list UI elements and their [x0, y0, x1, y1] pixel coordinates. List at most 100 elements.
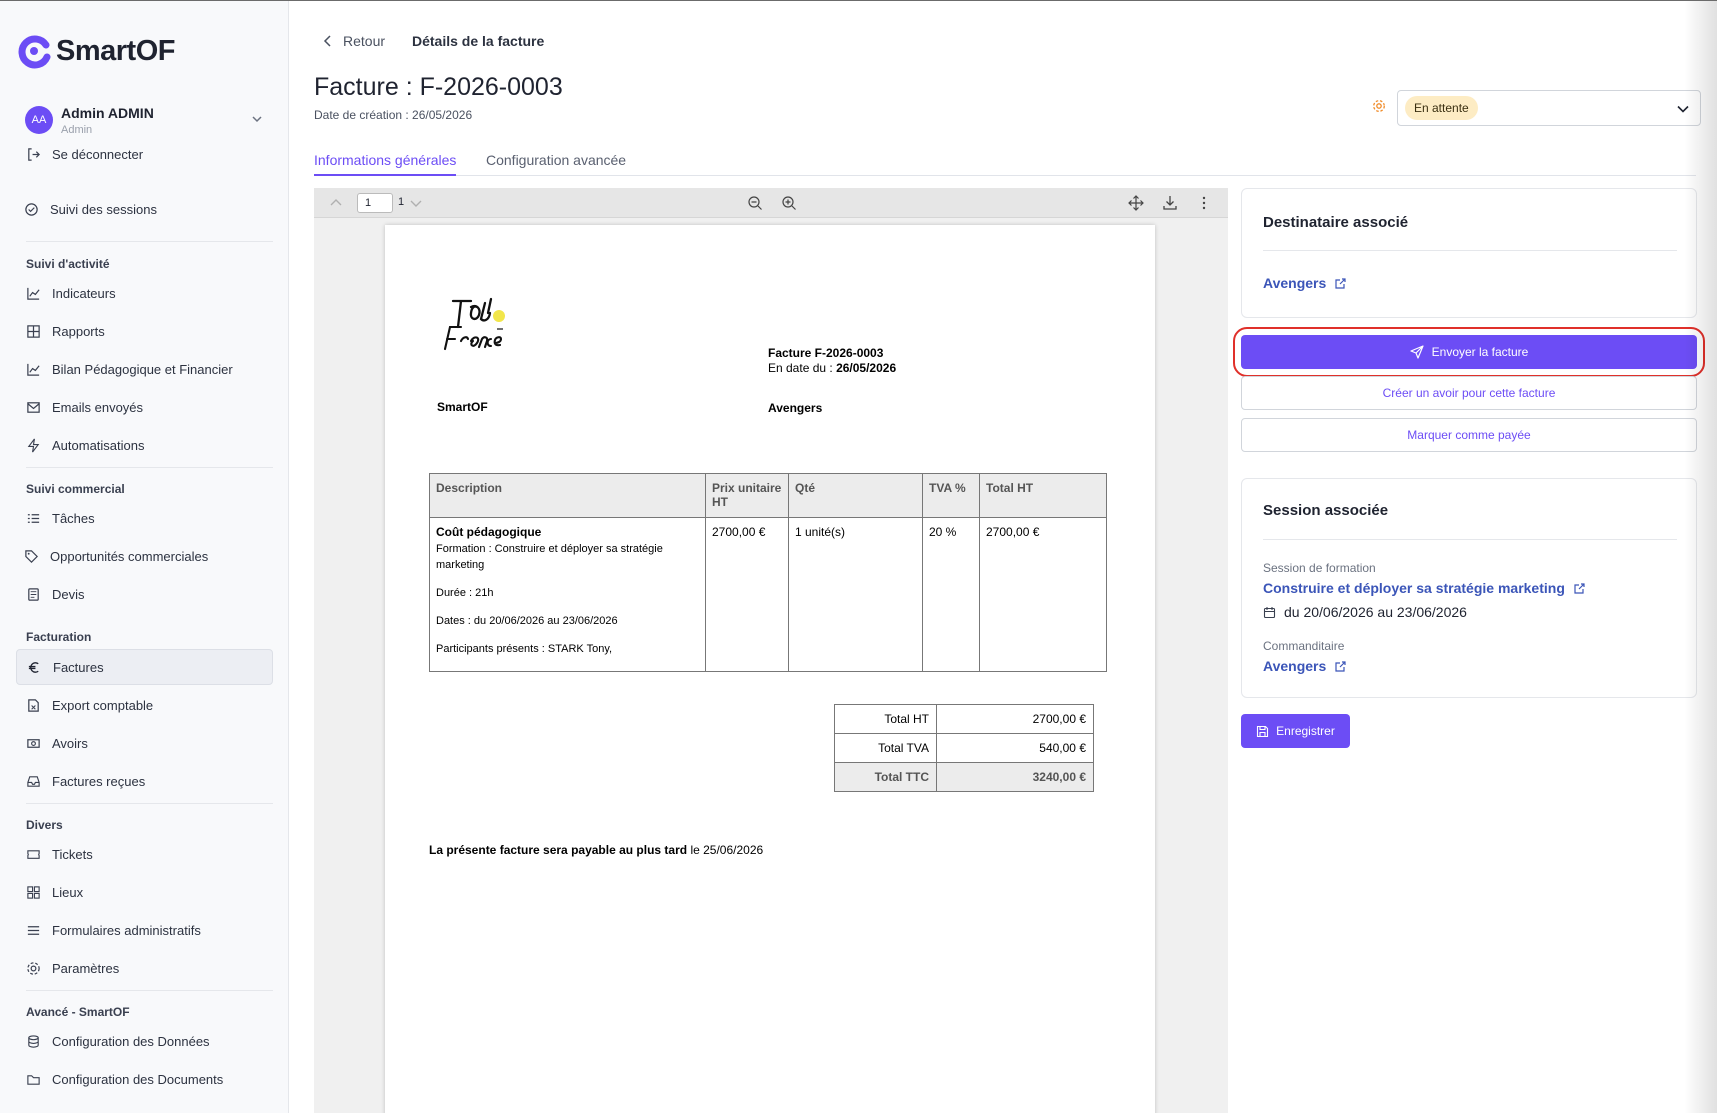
sidebar-item-opportunites[interactable]: Opportunités commerciales [16, 538, 273, 574]
status-badge: En attente [1405, 96, 1478, 120]
sidebar-item-label: Opportunités commerciales [50, 548, 209, 564]
check-circle-icon [25, 202, 38, 216]
totals-table: Total HT 2700,00 € Total TVA 540,00 € To… [834, 704, 1094, 792]
sidebar-item-label: Formulaires administratifs [52, 922, 201, 938]
sidebar-item-indicateurs[interactable]: Indicateurs [16, 275, 273, 311]
payment-terms: La présente facture sera payable au plus… [429, 843, 763, 857]
chevron-up-icon[interactable] [328, 195, 344, 211]
send-icon [1410, 345, 1424, 359]
table-icon [27, 324, 40, 338]
sidebar-item-label: Configuration des Données [52, 1033, 210, 1049]
total-ht-value: 2700,00 € [936, 704, 1094, 734]
logout-icon [28, 147, 40, 161]
section-activite: Suivi d'activité [26, 257, 110, 271]
table-row: Coût pédagogique Formation : Construire … [429, 517, 1107, 672]
logout-button[interactable]: Se déconnecter [16, 136, 273, 172]
sidebar-item-label: Indicateurs [52, 285, 116, 301]
status-select[interactable]: En attente [1397, 90, 1701, 126]
app-logo[interactable]: SmartOF [16, 31, 175, 71]
pdf-toolbar: 1 1 [314, 188, 1228, 218]
external-link-icon [1335, 277, 1346, 289]
line-formation: Formation : Construire et déployer sa st… [436, 543, 663, 571]
sponsor-link[interactable]: Avengers [1263, 658, 1347, 674]
chevron-left-icon [323, 35, 331, 47]
zoom-in-icon[interactable] [781, 195, 797, 211]
sidebar-item-tickets[interactable]: Tickets [16, 836, 273, 872]
divider [26, 467, 273, 468]
sidebar-item-avoirs[interactable]: Avoirs [16, 725, 273, 761]
logout-label: Se déconnecter [52, 146, 144, 162]
save-button[interactable]: Enregistrer [1241, 714, 1350, 748]
seller-name: SmartOF [437, 400, 488, 414]
save-icon [1257, 725, 1269, 737]
col-total: Total HT [979, 473, 1107, 518]
sidebar-item-automatisations[interactable]: Automatisations [16, 427, 273, 463]
sponsor-name: Avengers [1263, 658, 1327, 674]
pdf-viewer[interactable]: 1 1 Facture F-2026-0003 En date du : 26/… [314, 188, 1228, 1113]
line-title: Coût pédagogique [436, 525, 542, 539]
line-total: 2700,00 € [979, 517, 1107, 672]
chevron-down-icon[interactable] [250, 112, 264, 126]
window-edge-shadow [1684, 1, 1717, 1113]
sidebar-item-label: Devis [52, 586, 85, 602]
sidebar-item-bilan[interactable]: Bilan Pédagogique et Financier [16, 351, 273, 387]
session-dates: du 20/06/2026 au 23/06/2026 [1263, 604, 1467, 620]
total-tva-value: 540,00 € [936, 733, 1094, 763]
document-icon [28, 587, 39, 601]
sidebar-item-taches[interactable]: Tâches [16, 500, 273, 536]
sidebar-item-emails[interactable]: Emails envoyés [16, 389, 273, 425]
total-tva-label: Total TVA [834, 733, 937, 763]
tab-configuration-avancee[interactable]: Configuration avancée [486, 152, 626, 174]
sidebar-item-devis[interactable]: Devis [16, 576, 273, 612]
more-vertical-icon[interactable] [1196, 195, 1212, 211]
invoice-lines-table: Description Prix unitaire HT Qté TVA % T… [429, 473, 1107, 672]
sidebar-item-formulaires[interactable]: Formulaires administratifs [16, 912, 273, 948]
total-ttc-label: Total TTC [834, 762, 937, 792]
total-ht-label: Total HT [834, 704, 937, 734]
sidebar-item-factures-recues[interactable]: Factures reçues [16, 763, 273, 799]
tab-informations-generales[interactable]: Informations générales [314, 152, 457, 176]
sidebar: SmartOF AA Admin ADMIN Admin Se déconnec… [0, 1, 289, 1113]
chevron-down-icon[interactable] [408, 195, 424, 211]
back-button[interactable]: Retour [322, 33, 385, 49]
gear-icon [27, 961, 40, 975]
divider [26, 990, 273, 991]
page-number-input[interactable]: 1 [357, 193, 393, 213]
recipient-card: Destinataire associé Avengers [1241, 188, 1697, 318]
database-icon [28, 1034, 39, 1048]
session-name: Construire et déployer sa stratégie mark… [1263, 580, 1565, 596]
recipient-link[interactable]: Avengers [1263, 275, 1347, 291]
sidebar-item-export[interactable]: Export comptable [16, 687, 273, 723]
section-avance: Avancé - SmartOF [26, 1005, 130, 1019]
col-qty: Qté [788, 473, 923, 518]
sidebar-item-label: Paramètres [52, 960, 120, 976]
sidebar-item-lieux[interactable]: Lieux [16, 874, 273, 910]
euro-icon [28, 661, 39, 673]
send-invoice-button[interactable]: Envoyer la facture [1241, 335, 1697, 369]
chart-line-icon [27, 363, 40, 376]
zoom-out-icon[interactable] [747, 195, 763, 211]
user-name: Admin ADMIN [61, 105, 154, 121]
sidebar-item-config-donnees[interactable]: Configuration des Données [16, 1023, 273, 1059]
move-icon[interactable] [1128, 195, 1144, 211]
folder-icon [27, 1074, 40, 1085]
sidebar-item-sessions[interactable]: Suivi des sessions [16, 191, 273, 227]
sidebar-item-parametres[interactable]: Paramètres [16, 950, 273, 986]
download-icon[interactable] [1162, 195, 1178, 211]
file-export-icon [28, 698, 39, 712]
status-gear-icon [1373, 100, 1385, 112]
sidebar-item-label: Tickets [52, 846, 93, 862]
divider [1263, 539, 1677, 540]
divider [26, 241, 273, 242]
recipient-name: Avengers [1263, 275, 1327, 291]
cash-icon [27, 738, 40, 748]
line-qty: 1 unité(s) [788, 517, 923, 672]
create-credit-note-button[interactable]: Créer un avoir pour cette facture [1241, 376, 1697, 410]
sidebar-item-factures[interactable]: Factures [16, 649, 273, 685]
user-menu[interactable]: AA Admin ADMIN Admin [25, 104, 270, 138]
session-link[interactable]: Construire et déployer sa stratégie mark… [1263, 580, 1586, 596]
sidebar-item-config-documents[interactable]: Configuration des Documents [16, 1061, 273, 1097]
mark-paid-button[interactable]: Marquer comme payée [1241, 418, 1697, 452]
sidebar-item-rapports[interactable]: Rapports [16, 313, 273, 349]
buyer-name: Avengers [768, 401, 823, 415]
